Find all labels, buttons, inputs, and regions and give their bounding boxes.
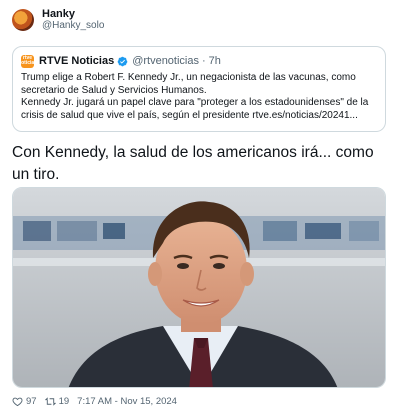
- tweet-footer: 97 19 7:17 AM - Nov 15, 2024: [12, 394, 177, 408]
- retweet-count: 19: [58, 395, 70, 407]
- quoted-tweet-header: rtve noticias RTVE Noticias @rtvenoticia…: [18, 54, 377, 68]
- retweet-icon: [44, 397, 56, 405]
- quoted-text-paragraph-2: Kennedy Jr. jugará un papel clave para "…: [21, 97, 369, 121]
- rtve-logo-text: rtve noticias: [18, 55, 37, 66]
- like-button[interactable]: 97: [12, 396, 37, 407]
- heart-icon: [12, 397, 23, 406]
- tweet-text: Con Kennedy, la salud de los americanos …: [12, 144, 374, 183]
- rtve-logo-avatar[interactable]: rtve noticias: [18, 54, 37, 68]
- verified-badge-icon: [117, 56, 128, 66]
- tweet-header: Hanky @Hanky_solo: [12, 8, 104, 32]
- like-count: 97: [26, 395, 37, 407]
- news-anchor-photo: [13, 188, 385, 387]
- quoted-text-paragraph-1: Trump elige a Robert F. Kennedy Jr., un …: [21, 72, 356, 96]
- tweet-media-photo[interactable]: [12, 187, 386, 388]
- author-handle[interactable]: @Hanky_solo: [42, 20, 104, 32]
- tweet-timestamp[interactable]: 7:17 AM - Nov 15, 2024: [77, 396, 177, 407]
- quoted-account-handle[interactable]: @rtvenoticias: [132, 55, 199, 67]
- separator-dot: ·: [202, 55, 206, 67]
- quoted-account-name[interactable]: RTVE Noticias: [39, 55, 114, 67]
- author-display-name[interactable]: Hanky: [42, 8, 104, 20]
- quoted-tweet-text: Trump elige a Robert F. Kennedy Jr., un …: [21, 72, 377, 122]
- author-avatar[interactable]: [12, 9, 34, 31]
- quoted-tweet[interactable]: rtve noticias RTVE Noticias @rtvenoticia…: [12, 46, 386, 132]
- quoted-tweet-time[interactable]: 7h: [209, 55, 221, 67]
- retweet-button[interactable]: 19: [44, 395, 70, 407]
- author-names: Hanky @Hanky_solo: [42, 8, 104, 32]
